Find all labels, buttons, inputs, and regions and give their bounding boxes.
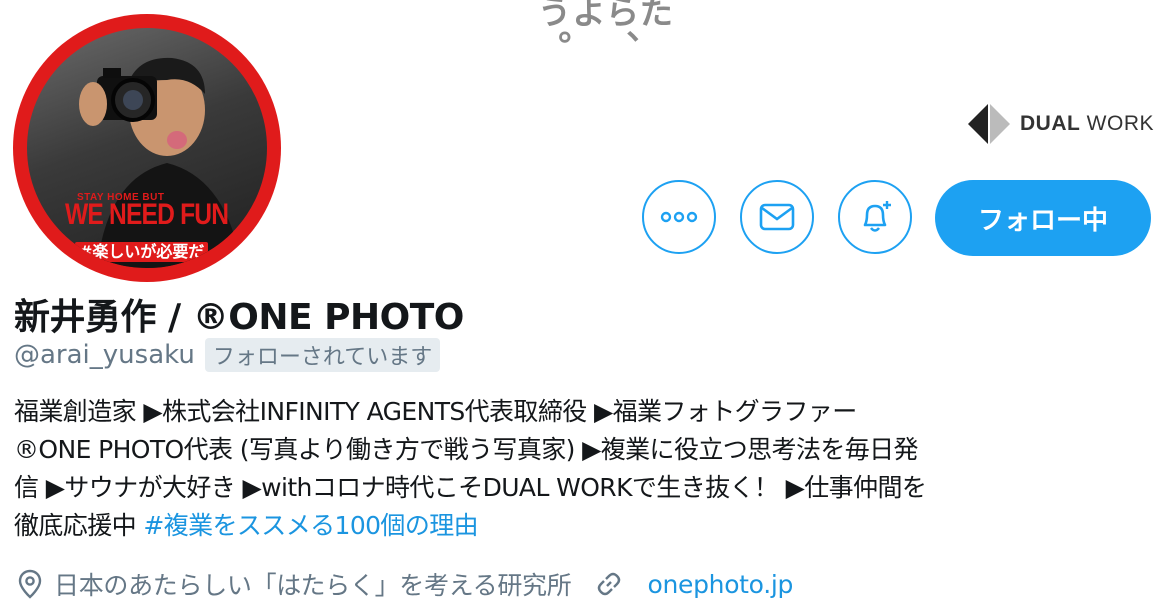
bio-line-3: 信 ▶サウナが大好き ▶withコロナ時代こそDUAL WORKで生き抜く！ ▶… — [14, 473, 927, 502]
avatar-hashtag: #楽しいが必要だ — [75, 242, 209, 262]
message-button[interactable] — [740, 180, 814, 254]
notifications-button[interactable] — [838, 180, 912, 254]
brand-bold: DUAL — [1020, 112, 1081, 135]
dual-work-mark-icon — [968, 104, 1010, 144]
avatar-big-text: WE NEED FUN — [65, 198, 229, 231]
bio-line-4: 徹底応援中 #複業をススメる100個の理由 — [14, 507, 1154, 545]
profile-location: 日本のあたらしい「はたらく」を考える研究所 — [54, 571, 572, 600]
photographer-illustration — [79, 57, 242, 268]
profile-url-link[interactable]: onephoto.jp — [647, 570, 793, 599]
mail-icon — [759, 203, 795, 231]
bell-plus-icon — [863, 201, 891, 232]
handle-row: @arai_yusaku フォローされています — [14, 338, 441, 372]
location-icon — [18, 569, 42, 599]
more-button[interactable] — [642, 180, 716, 254]
dual-work-logo: DUAL WORK — [968, 104, 1154, 144]
following-button[interactable]: フォロー中 — [935, 180, 1151, 256]
profile-bio: 福業創造家 ▶株式会社INFINITY AGENTS代表取締役 ▶福業フォトグラ… — [14, 393, 1154, 545]
banner-text: たら、 よう。 — [530, 0, 673, 95]
banner-column-1: たら、 — [599, 0, 673, 66]
follows-you-badge: フォローされています — [204, 338, 441, 372]
bio-line-4-text: 徹底応援中 — [14, 511, 144, 540]
bio-line-1: 福業創造家 ▶株式会社INFINITY AGENTS代表取締役 ▶福業フォトグラ… — [14, 397, 857, 426]
profile-handle: @arai_yusaku — [14, 340, 195, 370]
link-icon — [598, 572, 621, 596]
avatar-photo: STAY HOME BUT WE NEED FUN #楽しいが必要だ — [27, 28, 267, 268]
profile-name: 新井勇作 / ®ONE PHOTO — [14, 297, 464, 338]
bio-line-2: ®ONE PHOTO代表 (写真より働き方で戦う写真家) ▶複業に役立つ思考法を… — [14, 435, 919, 464]
more-icon — [660, 211, 698, 223]
avatar[interactable]: STAY HOME BUT WE NEED FUN #楽しいが必要だ — [13, 14, 281, 282]
bio-hashtag-link[interactable]: #複業をススメる100個の理由 — [143, 511, 478, 540]
banner-column-2: よう。 — [531, 0, 605, 66]
profile-meta: 日本のあたらしい「はたらく」を考える研究所 onephoto.jp — [18, 566, 793, 602]
brand-light: WORK — [1086, 112, 1154, 135]
